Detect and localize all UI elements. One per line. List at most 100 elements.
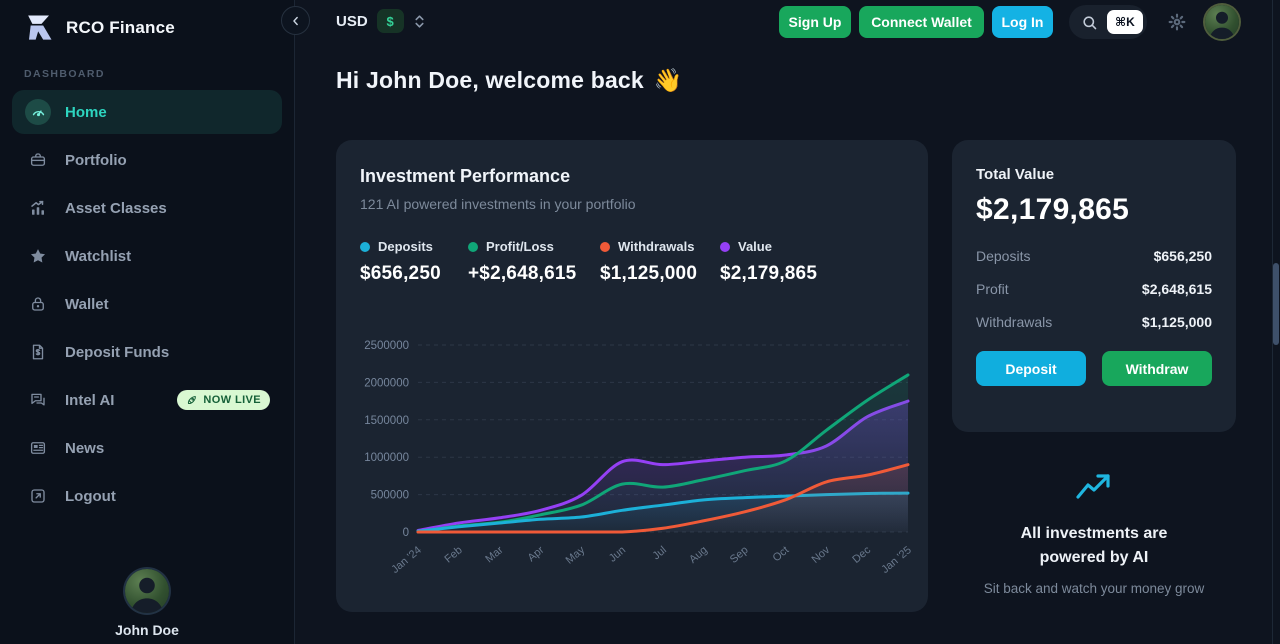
sidebar-item-portfolio[interactable]: Portfolio [12,138,282,182]
gauge-icon [25,99,51,125]
row-value: $1,125,000 [1141,314,1212,330]
legend-label: Value [738,239,772,254]
legend-value: +$2,648,615 [468,263,577,284]
sidebar-item-label: Asset Classes [65,199,167,217]
legend-label: Withdrawals [618,239,695,254]
scrollbar-thumb[interactable] [1273,263,1279,345]
svg-text:2500000: 2500000 [364,340,409,352]
legend-value: $2,179,865 [720,263,818,284]
legend-label: Deposits [378,239,433,254]
performance-chart: 0 500000 1000000 1500000 2000000 2500000 Jan '… [364,340,914,576]
sidebar-item-label: Portfolio [65,151,127,169]
currency-code: USD [336,12,368,30]
legend-value: $656,250 [360,263,441,284]
sidebar-user[interactable]: John Doe [0,569,294,638]
log-in-button[interactable]: Log In [992,6,1053,38]
search-icon [1081,14,1098,31]
sidebar: RCO Finance DASHBOARD Home Portfolio Asset… [0,0,295,644]
sidebar-item-label: Deposit Funds [65,343,170,361]
legend-dot-icon [600,241,610,252]
performance-card-title: Investment Performance [360,166,571,186]
deposit-button[interactable]: Deposit [976,351,1086,386]
topbar-actions: Sign Up Connect Wallet Log In ⌘K [779,5,1239,39]
sidebar-item-asset-classes[interactable]: Asset Classes [12,186,282,230]
svg-text:Mar: Mar [483,544,505,566]
now-live-badge: NOW LIVE [177,390,270,410]
profile-avatar[interactable] [1204,5,1239,39]
total-value-row-withdrawals: Withdrawals $1,125,000 [976,314,1212,330]
sign-up-button[interactable]: Sign Up [779,6,851,38]
svg-text:May: May [564,544,588,567]
sidebar-item-home[interactable]: Home [12,90,282,134]
chart-area[interactable]: 0 500000 1000000 1500000 2000000 2500000 Jan '… [336,330,928,592]
svg-text:Jan '25: Jan '25 [879,544,914,576]
row-value: $2,648,615 [1141,281,1212,297]
svg-text:1000000: 1000000 [364,452,409,464]
briefcase-icon [25,147,51,173]
ai-note: All investments are powered by AI Sit ba… [952,472,1236,600]
chevron-left-icon [289,14,303,28]
svg-text:1500000: 1500000 [364,415,409,427]
total-value-amount: $2,179,865 [976,193,1130,226]
performance-card-subtitle: 121 AI powered investments in your portf… [360,196,636,212]
currency-selector[interactable]: USD $ [336,9,426,33]
sidebar-item-logout[interactable]: Logout [12,474,282,518]
total-value-rows: Deposits $656,250 Profit $2,648,615 Withdraw… [976,248,1212,330]
svg-text:2000000: 2000000 [364,377,409,389]
search-button[interactable]: ⌘K [1069,5,1147,39]
sidebar-item-wallet[interactable]: Wallet [12,282,282,326]
brand-logo-row[interactable]: RCO Finance [0,0,294,46]
logout-icon [25,483,51,509]
trending-up-icon [1075,472,1113,502]
legend-group-value[interactable]: Value $2,179,865 [720,239,817,285]
legend-group-deposits[interactable]: Deposits $656,250 [360,239,456,285]
sidebar-section-label: DASHBOARD [24,68,105,80]
sidebar-item-watchlist[interactable]: Watchlist [12,234,282,278]
sidebar-item-label: Intel AI [65,391,115,409]
legend-dot-icon [720,241,730,252]
ai-note-title: All investments are powered by AI [1020,525,1168,566]
svg-text:Nov: Nov [810,544,833,566]
total-value-card: Total Value $2,179,865 Deposits $656,250 P… [952,140,1236,432]
total-value-title: Total Value [976,166,1055,183]
svg-text:500000: 500000 [371,490,409,502]
news-icon [25,435,51,461]
sidebar-collapse-button[interactable] [281,6,310,35]
svg-text:Feb: Feb [443,544,465,565]
greeting-text: Hi John Doe, welcome back [336,67,644,93]
legend-dot-icon [360,241,370,252]
svg-text:Jan '24: Jan '24 [389,544,424,576]
dollar-file-icon [25,339,51,365]
row-value: $656,250 [1153,248,1212,264]
sidebar-item-label: News [65,439,105,457]
sidebar-item-news[interactable]: News [12,426,282,470]
chevron-updown-icon [413,13,426,30]
user-avatar [125,569,169,613]
sidebar-item-label: Logout [65,487,116,505]
legend-label: Profit/Loss [486,239,554,254]
legend-group-profit-loss[interactable]: Profit/Loss +$2,648,615 [468,239,588,285]
wave-emoji: 👋 [653,67,683,93]
connect-wallet-button[interactable]: Connect Wallet [859,6,984,38]
rco-logo-icon [22,13,56,43]
svg-text:Sep: Sep [728,544,751,566]
row-label: Withdrawals [976,314,1053,330]
legend-row: Deposits $656,250 Profit/Loss +$2,648,615 Wi… [360,239,904,285]
sidebar-item-intel-ai[interactable]: Intel AI NOW LIVE [12,378,282,422]
svg-text:Apr: Apr [526,544,547,564]
settings-gear-icon[interactable] [1167,12,1187,32]
dollar-badge-icon: $ [376,9,404,33]
brand-name: RCO Finance [66,18,175,37]
total-value-row-deposits: Deposits $656,250 [976,248,1212,264]
ai-note-subtitle: Sit back and watch your money grow [983,581,1205,596]
sidebar-item-deposit-funds[interactable]: Deposit Funds [12,330,282,374]
legend-group-withdrawals[interactable]: Withdrawals $1,125,000 [600,239,708,285]
legend-dot-icon [468,241,478,252]
svg-text:Oct: Oct [771,544,792,564]
total-value-row-profit: Profit $2,648,615 [976,281,1212,297]
svg-text:Jun: Jun [607,544,628,565]
withdraw-button[interactable]: Withdraw [1102,351,1212,386]
svg-text:Dec: Dec [850,544,873,566]
row-label: Deposits [976,248,1031,264]
keyboard-shortcut-chip: ⌘K [1107,10,1143,34]
